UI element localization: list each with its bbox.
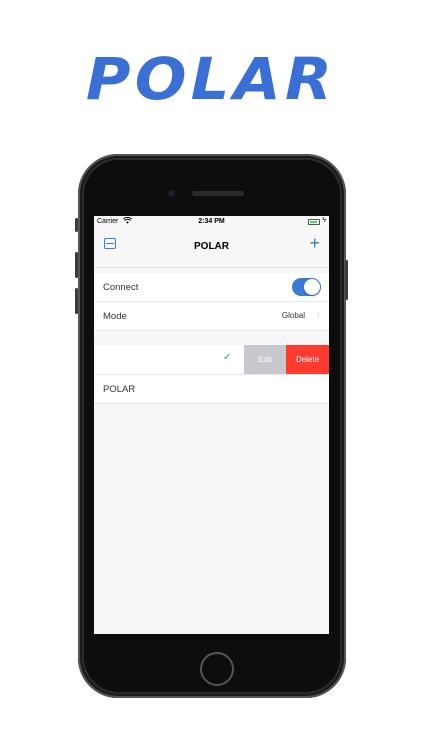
earpiece-speaker <box>192 191 244 196</box>
charging-icon: ϟ <box>322 217 326 224</box>
checkmark-icon: ✓ <box>223 352 232 363</box>
battery-icon <box>308 219 320 225</box>
power-button <box>345 260 348 300</box>
settings-group: Connect Mode Global › <box>94 273 329 331</box>
connect-row: Connect <box>94 273 329 302</box>
mode-label: Mode <box>103 311 127 322</box>
connect-label: Connect <box>103 282 139 293</box>
server-list: ✓ Edit Delete POLAR <box>94 345 329 404</box>
list-item[interactable]: POLAR <box>94 375 329 404</box>
toggle-knob <box>304 279 320 295</box>
status-time: 2:34 PM <box>198 218 225 225</box>
server-name: POLAR <box>103 384 136 395</box>
connect-toggle[interactable] <box>292 278 321 296</box>
volume-down-button <box>75 288 78 314</box>
status-bar: Carrier 2:34 PM ϟ <box>94 216 329 229</box>
mute-switch <box>75 218 78 232</box>
front-camera-icon <box>168 190 175 197</box>
mode-row[interactable]: Mode Global › <box>94 302 329 331</box>
phone-screen: Carrier 2:34 PM ϟ POLAR + Connect Mode G… <box>94 216 329 634</box>
home-button[interactable] <box>200 652 234 686</box>
mode-value: Global <box>281 311 305 320</box>
chevron-right-icon: › <box>316 309 320 320</box>
app-logo: POLAR <box>85 45 337 113</box>
edit-button[interactable]: Edit <box>244 345 286 374</box>
volume-up-button <box>75 252 78 278</box>
page-title: POLAR <box>194 241 229 252</box>
navigation-bar: POLAR + <box>94 229 329 268</box>
plus-icon[interactable]: + <box>309 232 320 254</box>
delete-button[interactable]: Delete <box>286 345 329 374</box>
list-item[interactable]: ✓ Edit Delete <box>94 345 329 375</box>
